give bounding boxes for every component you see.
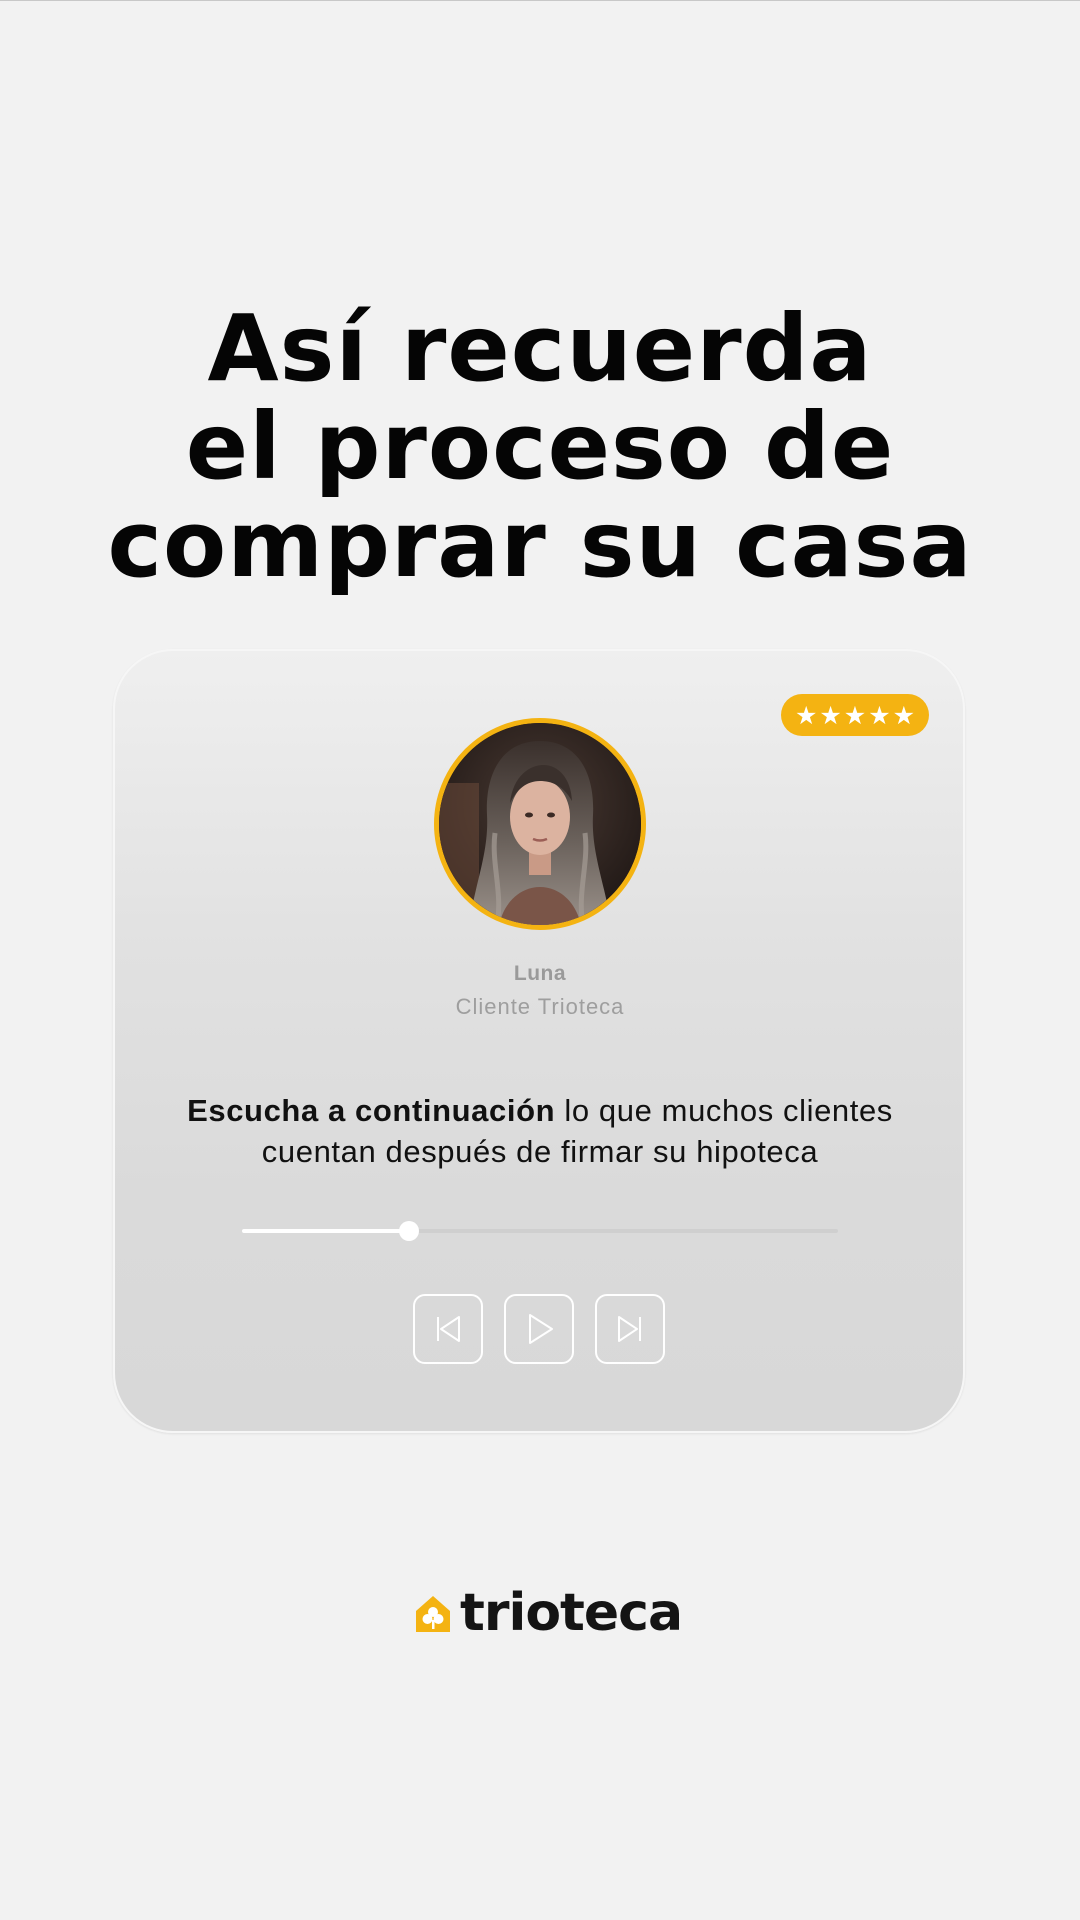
star-icon: ★ [819, 700, 842, 730]
skip-forward-icon [618, 1316, 641, 1342]
headline-line: el proceso de [185, 392, 895, 500]
headline-line: Así recuerda [207, 294, 873, 402]
audio-progress-handle[interactable] [398, 1221, 419, 1241]
message-emphasis: Escucha a continuación [187, 1093, 556, 1128]
rating-badge: ★ ★ ★ ★ ★ [781, 694, 929, 736]
play-icon [529, 1314, 553, 1344]
star-icon: ★ [794, 700, 818, 730]
avatar-portrait [439, 723, 641, 925]
play-button[interactable] [504, 1294, 574, 1364]
top-divider [0, 0, 1080, 1]
page-headline: Así recuerda el proceso de comprar su ca… [0, 294, 1080, 598]
testimonial-message: Escucha a continuación lo que muchos cli… [150, 1090, 930, 1172]
star-icon: ★ [868, 700, 891, 730]
client-name: Luna [513, 962, 567, 985]
client-role: Cliente Trioteca [455, 994, 625, 1019]
avatar [434, 718, 646, 930]
audio-progress-fill [242, 1229, 409, 1233]
brand-logo: trioteca [412, 1583, 683, 1643]
next-track-button[interactable] [595, 1294, 665, 1364]
house-clover-icon [416, 1596, 450, 1632]
brand-wordmark: trioteca [460, 1583, 683, 1643]
previous-track-button[interactable] [413, 1294, 483, 1364]
skip-back-icon [437, 1316, 460, 1342]
star-icon: ★ [892, 700, 916, 730]
audio-progress-bar[interactable] [242, 1221, 838, 1241]
star-icon: ★ [843, 700, 867, 730]
headline-line: comprar su casa [107, 490, 973, 598]
